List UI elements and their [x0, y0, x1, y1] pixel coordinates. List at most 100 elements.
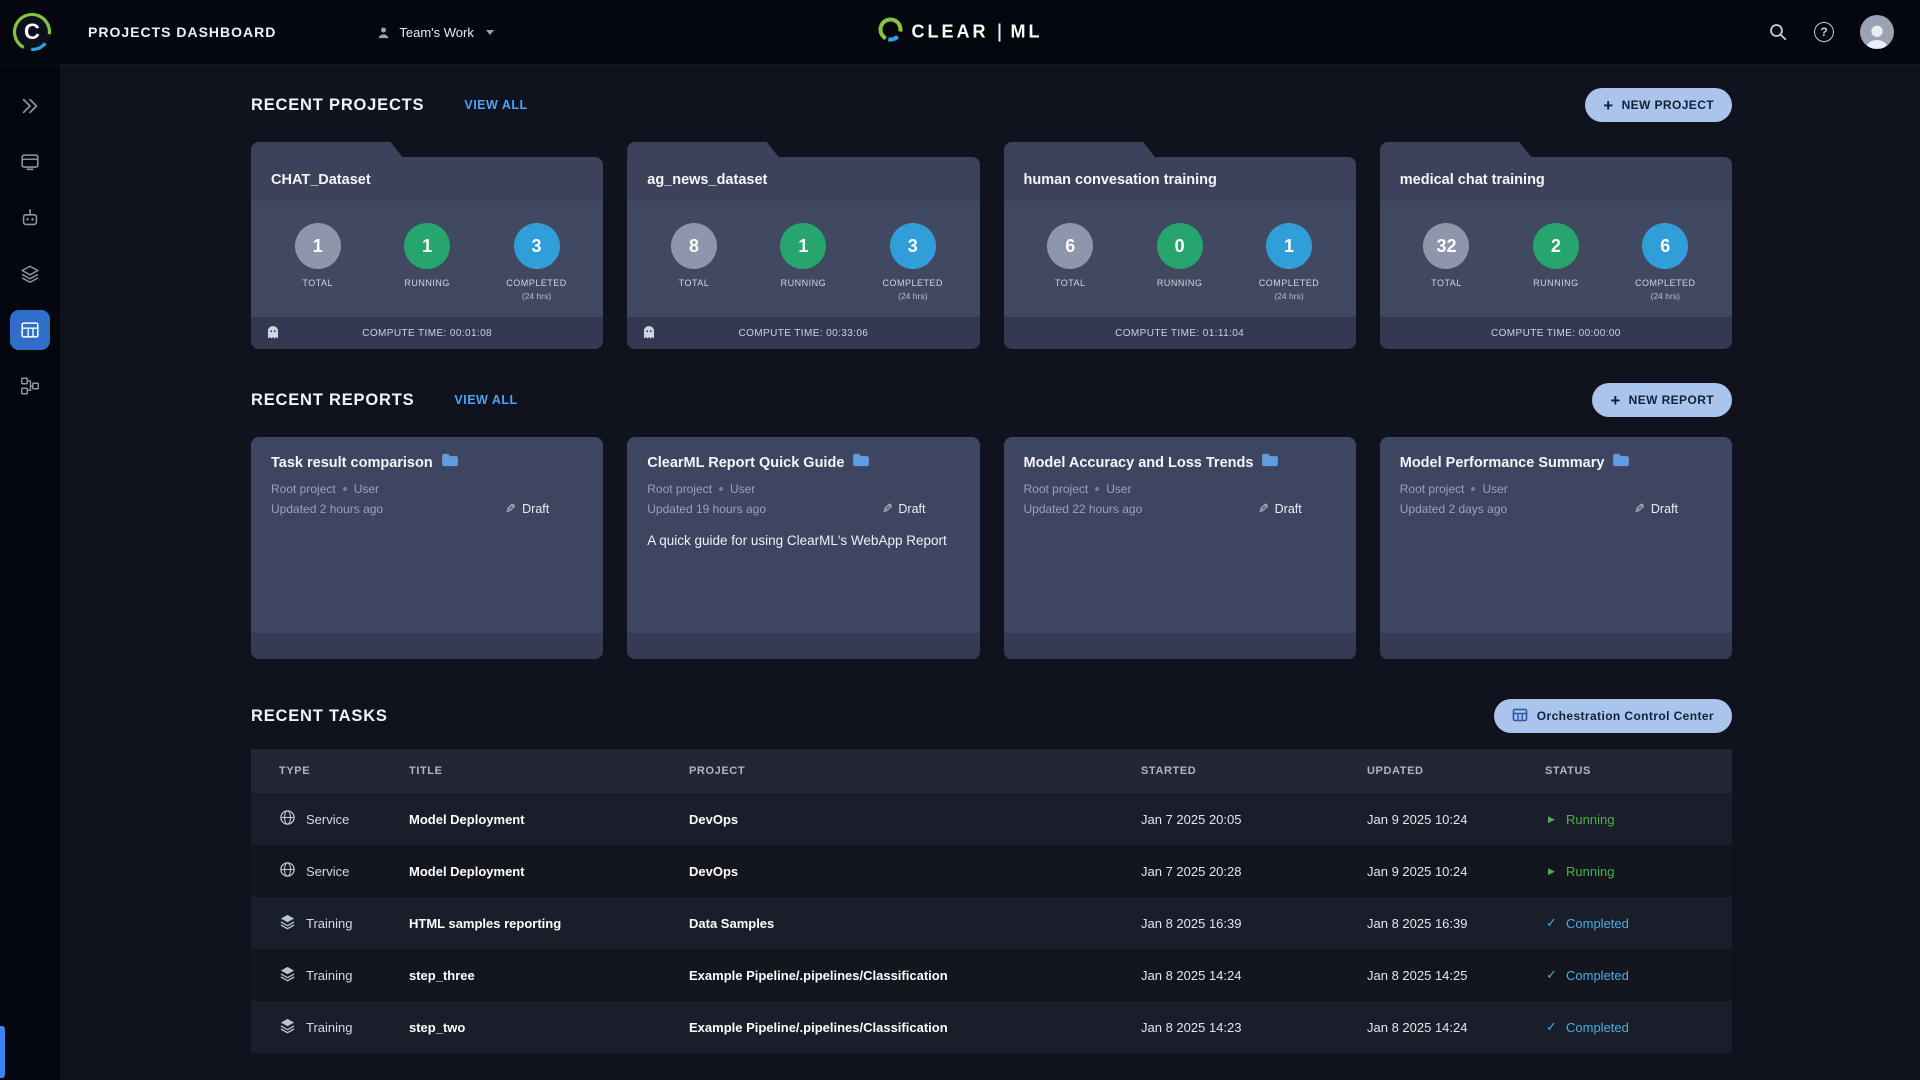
new-project-label: NEW PROJECT — [1621, 98, 1714, 112]
task-row[interactable]: Service Model Deployment DevOps Jan 7 20… — [251, 845, 1732, 897]
project-card[interactable]: human convesation training 6 TOTAL 0 RUN… — [1003, 142, 1356, 349]
running-label: RUNNING — [780, 278, 827, 288]
sidebar-scroll-indicator[interactable] — [0, 1026, 5, 1078]
report-title-row: Model Accuracy and Loss Trends — [1024, 453, 1336, 472]
task-type: Training — [306, 967, 353, 983]
report-updated: Updated 2 hours ago — [271, 502, 384, 516]
stat-completed: 3 COMPLETED (24 hrs) — [502, 223, 572, 301]
new-project-button[interactable]: NEW PROJECT — [1585, 88, 1732, 122]
sidebar-item-projects[interactable] — [10, 310, 50, 350]
total-count: 8 — [670, 223, 717, 269]
report-title: Model Performance Summary — [1399, 454, 1605, 471]
draft-label: Draft — [1650, 502, 1678, 516]
task-row[interactable]: Training step_three Example Pipeline/.pi… — [251, 949, 1732, 1001]
task-row[interactable]: Service Model Deployment DevOps Jan 7 20… — [251, 793, 1732, 845]
plus-icon — [1610, 392, 1620, 409]
project-card[interactable]: ag_news_dataset 8 TOTAL 1 RUNNING 3 COMP — [627, 142, 980, 349]
completed-label: COMPLETED — [1258, 278, 1320, 288]
compute-time: COMPUTE TIME: 01:11:04 — [1115, 327, 1245, 339]
projects-view-all-link[interactable]: VIEW ALL — [464, 98, 527, 112]
task-type-cell: Service — [251, 861, 409, 881]
projects-heading: RECENT PROJECTS — [251, 95, 425, 114]
task-started: Jan 8 2025 14:23 — [1141, 1019, 1242, 1035]
task-row[interactable]: Training step_two Example Pipeline/.pipe… — [251, 1001, 1732, 1053]
report-updated-row: Updated 22 hours ago Draft — [1024, 501, 1336, 517]
report-card[interactable]: Task result comparison Root project User… — [251, 437, 604, 659]
new-report-button[interactable]: NEW REPORT — [1592, 383, 1732, 417]
grid-icon — [1512, 707, 1528, 726]
folder-tab — [251, 142, 402, 157]
completed-count: 3 — [513, 223, 560, 269]
report-card[interactable]: Model Performance Summary Root project U… — [1379, 437, 1732, 659]
folder-icon — [1612, 453, 1630, 472]
report-description: A quick guide for using ClearML's WebApp… — [647, 533, 947, 548]
help-icon[interactable]: ? — [1814, 22, 1834, 42]
task-row[interactable]: Training HTML samples reporting Data Sam… — [251, 897, 1732, 949]
tasks-heading: RECENT TASKS — [251, 706, 388, 725]
training-icon — [279, 1017, 296, 1037]
projects-section-head: RECENT PROJECTS VIEW ALL NEW PROJECT — [251, 88, 1732, 122]
folder-tab — [627, 142, 778, 157]
status-label: Running — [1566, 863, 1615, 879]
stat-running: 1 RUNNING — [392, 223, 462, 301]
report-title-row: ClearML Report Quick Guide — [647, 453, 959, 472]
sidebar-item-datasets[interactable] — [10, 254, 50, 294]
logo-ml-text: ML — [1010, 21, 1043, 42]
clearml-logo[interactable]: C — [0, 11, 64, 53]
task-title: step_three — [409, 967, 475, 983]
stat-completed: 1 COMPLETED (24 hrs) — [1254, 223, 1324, 301]
report-meta: Root project User — [1024, 482, 1336, 496]
sidebar-item-pipelines[interactable] — [10, 366, 50, 406]
project-card-body: human convesation training 6 TOTAL 0 RUN… — [1003, 157, 1356, 349]
completed-label: COMPLETED — [882, 278, 944, 288]
total-label: TOTAL — [1431, 278, 1462, 288]
completed-count: 1 — [1266, 223, 1313, 269]
col-updated: UPDATED — [1367, 765, 1424, 777]
project-card-footer: COMPUTE TIME: 00:33:06 — [627, 317, 980, 349]
status-icon — [1545, 866, 1558, 877]
tasks-table: TYPE TITLE PROJECT STARTED UPDATED STATU… — [251, 749, 1732, 1053]
completed-count: 3 — [889, 223, 936, 269]
status-label: Completed — [1566, 915, 1629, 931]
task-title: Model Deployment — [409, 863, 525, 879]
tasks-rows: Service Model Deployment DevOps Jan 7 20… — [251, 793, 1732, 1053]
report-card[interactable]: ClearML Report Quick Guide Root project … — [627, 437, 980, 659]
workspace-selector[interactable]: Team's Work — [376, 25, 494, 40]
stat-total: 8 TOTAL — [659, 223, 729, 301]
report-title: Model Accuracy and Loss Trends — [1023, 454, 1254, 471]
task-title: Model Deployment — [409, 811, 525, 827]
task-started: Jan 7 2025 20:05 — [1141, 811, 1242, 827]
meta-dot — [1471, 487, 1476, 491]
task-status: Completed — [1545, 1019, 1732, 1035]
project-card-footer: COMPUTE TIME: 00:00:00 — [1379, 317, 1732, 349]
report-card[interactable]: Model Accuracy and Loss Trends Root proj… — [1003, 437, 1356, 659]
folder-tab — [1380, 142, 1531, 157]
completed-label: COMPLETED — [1635, 278, 1696, 288]
avatar[interactable] — [1860, 15, 1894, 49]
folder-icon — [1261, 453, 1279, 472]
compute-time: COMPUTE TIME: 00:01:08 — [362, 327, 493, 339]
tasks-section-head: RECENT TASKS Orchestration Control Cente… — [251, 699, 1732, 733]
task-type-cell: Training — [251, 913, 409, 933]
task-project: Example Pipeline/.pipelines/Classificati… — [689, 1019, 948, 1035]
status-icon — [1545, 967, 1558, 983]
sidebar-item-dashboard[interactable] — [10, 142, 50, 182]
status-icon — [1545, 915, 1558, 931]
stat-completed: 3 COMPLETED (24 hrs) — [878, 223, 948, 301]
report-card-body: Model Performance Summary Root project U… — [1380, 437, 1732, 633]
search-icon[interactable] — [1768, 22, 1788, 42]
sidebar-item-getting-started[interactable] — [10, 86, 50, 126]
project-cards: CHAT_Dataset 1 TOTAL 1 RUNNING 3 COMPLET — [251, 142, 1732, 349]
project-card[interactable]: medical chat training 32 TOTAL 2 RUNNING… — [1379, 142, 1732, 349]
running-count: 2 — [1532, 223, 1579, 269]
col-type: TYPE — [279, 765, 311, 777]
sidebar-item-workers[interactable] — [10, 198, 50, 238]
completed-label: COMPLETED — [506, 278, 567, 288]
pipelines-icon — [21, 377, 39, 395]
task-updated: Jan 8 2025 14:24 — [1367, 1019, 1468, 1035]
reports-view-all-link[interactable]: VIEW ALL — [454, 393, 517, 407]
orchestration-control-center-button[interactable]: Orchestration Control Center — [1493, 699, 1732, 733]
project-card[interactable]: CHAT_Dataset 1 TOTAL 1 RUNNING 3 COMPLET — [251, 142, 604, 349]
draft-label: Draft — [1274, 502, 1302, 516]
clearml-wordmark: CLEAR ML — [878, 17, 1043, 48]
